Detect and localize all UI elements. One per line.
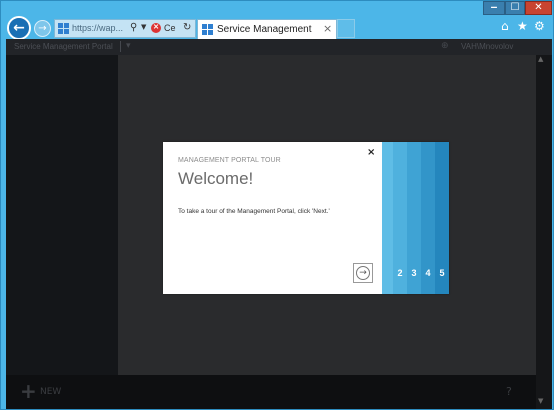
globe-icon[interactable]: ⊕ [441, 41, 449, 51]
vertical-scrollbar[interactable]: ▲ ▼ [536, 55, 552, 409]
dialog-kicker: MANAGEMENT PORTAL TOUR [178, 157, 281, 164]
close-window-button[interactable]: ✕ [525, 1, 552, 15]
tour-step[interactable]: 5 [435, 142, 449, 294]
search-icon[interactable]: ⚲ [130, 22, 137, 33]
refresh-icon[interactable]: ↻ [183, 22, 191, 33]
tour-step-number: 5 [439, 268, 445, 278]
gear-icon[interactable]: ⚙ [534, 20, 545, 32]
new-tab-button[interactable] [337, 19, 355, 38]
tour-step[interactable]: 4 [421, 142, 435, 294]
windows-logo-icon [58, 23, 69, 34]
home-icon[interactable]: ⌂ [501, 20, 509, 32]
new-button[interactable]: NEW [40, 387, 61, 397]
tour-step[interactable]: 3 [407, 142, 421, 294]
header-divider [120, 41, 121, 52]
browser-window: ‒ ☐ ✕ ← → https://wap... ⚲ ▼ ✕ Ce ↻ Serv… [0, 0, 554, 410]
tab-close-icon[interactable]: × [323, 22, 332, 35]
minimize-icon: ‒ [490, 2, 498, 13]
version-dropdown-icon[interactable]: ▾ [126, 41, 131, 51]
dropdown-icon[interactable]: ▼ [141, 23, 146, 31]
tab-service-management[interactable]: Service Management × [197, 19, 337, 39]
windows-logo-icon [202, 24, 213, 35]
address-url[interactable]: https://wap... [72, 23, 123, 33]
scroll-down-icon[interactable]: ▼ [538, 397, 543, 405]
close-icon: ✕ [534, 2, 543, 13]
dialog-close-icon[interactable]: × [367, 147, 375, 158]
portal-sidebar [6, 55, 118, 375]
scroll-up-icon[interactable]: ▲ [538, 55, 543, 63]
command-bar: + NEW ? [6, 375, 536, 409]
tour-dialog: × MANAGEMENT PORTAL TOUR Welcome! To tak… [163, 142, 449, 294]
plus-icon[interactable]: + [20, 381, 37, 401]
tab-title: Service Management [217, 24, 312, 35]
forward-arrow-icon: → [38, 23, 47, 34]
certificate-error-icon[interactable]: ✕ [151, 23, 161, 33]
dialog-body: To take a tour of the Management Portal,… [178, 208, 330, 215]
help-icon[interactable]: ? [506, 385, 512, 398]
tour-step-number: 4 [425, 268, 431, 278]
tour-step[interactable]: 2 [393, 142, 407, 294]
next-arrow-icon: → [356, 266, 370, 280]
back-arrow-icon: ← [13, 20, 25, 36]
star-icon[interactable]: ★ [517, 20, 528, 32]
next-button[interactable]: → [353, 263, 373, 283]
certificate-error-label[interactable]: Ce [164, 23, 176, 33]
tour-step-current [382, 142, 393, 294]
user-name[interactable]: VAH\Mnovolov [461, 42, 513, 51]
tour-step-number: 3 [411, 268, 417, 278]
dialog-title: Welcome! [178, 169, 254, 188]
back-button[interactable]: ← [7, 16, 31, 40]
tour-steps: 2 3 4 5 [382, 142, 449, 294]
maximize-button[interactable]: ☐ [505, 1, 525, 15]
address-bar[interactable]: https://wap... ⚲ ▼ ✕ Ce ↻ [54, 19, 196, 38]
minimize-button[interactable]: ‒ [483, 1, 505, 15]
tour-step-number: 2 [397, 268, 403, 278]
maximize-icon: ☐ [510, 2, 520, 13]
app-title[interactable]: Service Management Portal [14, 42, 113, 51]
portal-header: Service Management Portal ▾ ⊕ VAH\Mnovol… [6, 39, 552, 55]
forward-button[interactable]: → [34, 20, 51, 37]
